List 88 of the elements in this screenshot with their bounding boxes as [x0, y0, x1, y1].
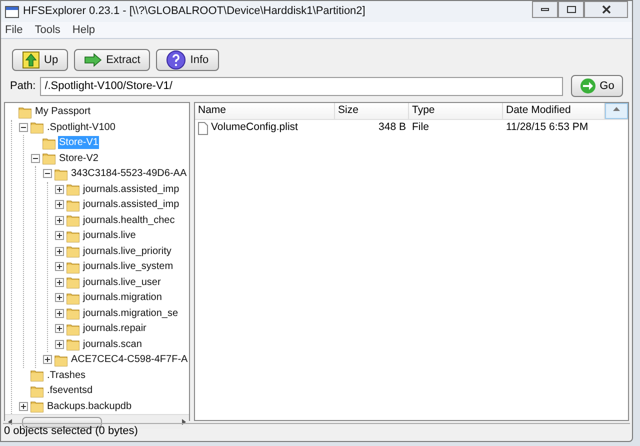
expand-toggle[interactable]: [55, 246, 64, 256]
column-header[interactable]: Name: [195, 103, 335, 119]
expand-toggle[interactable]: [55, 216, 64, 225]
folder-icon: [18, 104, 32, 119]
folder-icon: [42, 136, 56, 150]
up-arrow-icon: [22, 51, 40, 69]
collapse-toggle[interactable]: [31, 154, 40, 163]
scroll-right-icon[interactable]: [182, 419, 186, 425]
expand-toggle[interactable]: [55, 184, 64, 194]
path-field[interactable]: /.Spotlight-V100/Store-V1/: [40, 76, 563, 96]
folder-icon: [66, 275, 80, 290]
tree-item[interactable]: journals.migration: [82, 291, 163, 304]
expand-toggle[interactable]: [55, 293, 64, 302]
expand-toggle[interactable]: [55, 278, 64, 287]
tree-item[interactable]: journals.assisted_imp: [82, 198, 180, 212]
toolbar-button[interactable]: Up: [12, 49, 68, 71]
folder-icon: [66, 213, 80, 228]
tree-item[interactable]: journals.repair: [82, 322, 148, 336]
tree-item[interactable]: journals.live_system: [82, 260, 174, 274]
right-arrow-icon: [84, 53, 102, 67]
folder-icon: [66, 228, 80, 243]
close-icon: [602, 5, 610, 14]
expand-toggle[interactable]: [55, 324, 64, 334]
tree-item[interactable]: journals.live: [82, 229, 137, 242]
collapse-toggle[interactable]: [43, 169, 52, 178]
window-title: HFSExplorer 0.23.1 - [\\?\GLOBALROOT\Device\Harddisk1\Partition2]: [23, 4, 366, 20]
folder-icon: [42, 151, 56, 166]
folder-icon: [54, 352, 68, 367]
expand-toggle[interactable]: [55, 340, 64, 349]
tree-item[interactable]: journals.migration_se: [82, 306, 180, 320]
folder-icon: [30, 120, 44, 134]
status-text: 0 objects selected (0 bytes): [4, 424, 138, 440]
maximize-button[interactable]: [558, 1, 584, 18]
app-icon: [5, 6, 19, 18]
folder-icon: [66, 337, 80, 352]
table-cell-text: File: [411, 120, 430, 136]
collapse-toggle[interactable]: [19, 122, 28, 132]
question-mark-icon: [166, 50, 186, 70]
folder-icon: [30, 399, 44, 414]
table-cell-text: 348 B: [378, 120, 407, 136]
expand-toggle[interactable]: [55, 231, 64, 240]
folder-icon: [66, 306, 80, 320]
go-button[interactable]: Go: [571, 75, 623, 97]
toolbar-button[interactable]: Extract: [74, 49, 150, 71]
tree-item[interactable]: .fseventsd: [46, 384, 94, 398]
tree-item[interactable]: Store-V2: [58, 152, 100, 165]
table-cell: VolumeConfig.plist: [195, 120, 335, 136]
folder-icon: [66, 182, 80, 196]
folder-icon: [66, 260, 80, 274]
folder-icon: [30, 368, 44, 382]
tree-item[interactable]: 343C3184-5523-49D6-AA: [70, 167, 188, 180]
expand-toggle[interactable]: [43, 355, 52, 364]
tree-item[interactable]: Backups.backupdb: [46, 400, 133, 413]
table-cell-text: 11/28/15 6:53 PM: [505, 120, 590, 136]
sort-caret-icon: [613, 107, 620, 111]
tree-item[interactable]: My Passport: [34, 105, 92, 118]
toolbar-button[interactable]: Info: [156, 49, 219, 71]
tree-item[interactable]: journals.health_chec: [82, 214, 176, 227]
sort-header[interactable]: [605, 103, 628, 119]
tree-item[interactable]: .Trashes: [46, 368, 87, 382]
tree-item[interactable]: ACE7CEC4-C598-4F7F-A: [70, 353, 189, 366]
close-button[interactable]: [584, 1, 628, 18]
column-header[interactable]: Type: [409, 103, 503, 119]
folder-icon: [66, 290, 80, 305]
minimize-button[interactable]: [532, 1, 558, 18]
column-header[interactable]: Date Modified: [503, 103, 605, 119]
expand-toggle[interactable]: [55, 262, 64, 272]
folder-icon: [54, 166, 68, 181]
scroll-thumb[interactable]: [22, 416, 102, 428]
tree-item[interactable]: journals.assisted_imp: [82, 182, 180, 196]
tree-item[interactable]: .Spotlight-V100: [46, 120, 116, 134]
folder-icon: [66, 244, 80, 258]
expand-toggle[interactable]: [19, 402, 28, 411]
scroll-left-icon[interactable]: [8, 419, 12, 425]
expand-toggle[interactable]: [55, 308, 64, 318]
folder-icon: [30, 384, 44, 398]
folder-icon: [66, 198, 80, 212]
menu-item[interactable]: Tools: [34, 22, 60, 38]
expand-toggle[interactable]: [55, 200, 64, 210]
tree-item[interactable]: journals.scan: [82, 338, 143, 351]
tree-item[interactable]: journals.live_priority: [82, 244, 172, 258]
menu-item[interactable]: Help: [72, 22, 96, 38]
tree-item[interactable]: journals.live_user: [82, 276, 162, 289]
file-icon: [198, 122, 208, 134]
folder-icon: [66, 322, 80, 336]
path-label: Path:: [10, 78, 36, 94]
menu-item[interactable]: File: [5, 22, 23, 38]
column-header[interactable]: Size: [335, 103, 409, 119]
